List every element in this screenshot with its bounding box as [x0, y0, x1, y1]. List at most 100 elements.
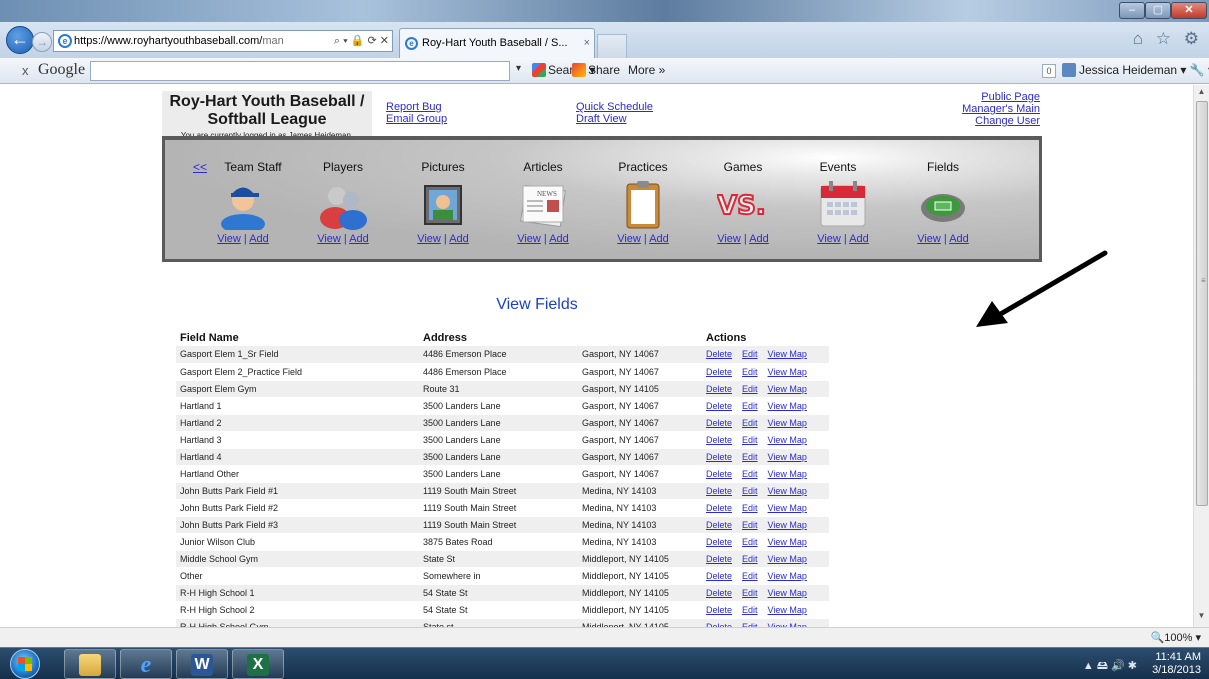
- delete-link[interactable]: Delete: [706, 435, 732, 445]
- maximize-button[interactable]: ▢: [1145, 2, 1171, 19]
- minimize-button[interactable]: –: [1119, 2, 1145, 19]
- scrollbar-thumb[interactable]: ≡: [1196, 101, 1208, 506]
- view-map-link[interactable]: View Map: [768, 418, 807, 428]
- edit-link[interactable]: Edit: [742, 605, 758, 615]
- google-more-button[interactable]: More »: [628, 63, 665, 77]
- quick-schedule-link[interactable]: Quick Schedule: [576, 101, 653, 113]
- system-tray-icons[interactable]: ▲ 🖴 🔊 ✱: [1083, 657, 1137, 676]
- practices-view-link[interactable]: View: [617, 233, 641, 245]
- delete-link[interactable]: Delete: [706, 469, 732, 479]
- edit-link[interactable]: Edit: [742, 367, 758, 377]
- view-map-link[interactable]: View Map: [768, 401, 807, 411]
- view-map-link[interactable]: View Map: [768, 452, 807, 462]
- games-add-link[interactable]: Add: [749, 233, 769, 245]
- pictures-add-link[interactable]: Add: [449, 233, 469, 245]
- view-map-link[interactable]: View Map: [768, 605, 807, 615]
- taskbar-internet-explorer[interactable]: e: [120, 649, 172, 679]
- vertical-scrollbar[interactable]: ▲ ≡ ▼: [1193, 85, 1209, 627]
- delete-link[interactable]: Delete: [706, 367, 732, 377]
- view-map-link[interactable]: View Map: [768, 384, 807, 394]
- view-map-link[interactable]: View Map: [768, 571, 807, 581]
- edit-link[interactable]: Edit: [742, 384, 758, 394]
- close-window-button[interactable]: ✕: [1171, 2, 1207, 19]
- view-map-link[interactable]: View Map: [768, 349, 807, 359]
- scroll-up-icon[interactable]: ▲: [1194, 87, 1209, 99]
- clock[interactable]: 11:41 AM 3/18/2013: [1152, 651, 1201, 677]
- players-view-link[interactable]: View: [317, 233, 341, 245]
- report-bug-link[interactable]: Report Bug: [386, 101, 442, 113]
- articles-view-link[interactable]: View: [517, 233, 541, 245]
- practices-add-link[interactable]: Add: [649, 233, 669, 245]
- edit-link[interactable]: Edit: [742, 435, 758, 445]
- taskbar-excel[interactable]: X: [232, 649, 284, 679]
- delete-link[interactable]: Delete: [706, 605, 732, 615]
- google-search-input[interactable]: [90, 61, 510, 81]
- back-arrow-icon[interactable]: ←: [6, 26, 34, 54]
- games-view-link[interactable]: View: [717, 233, 741, 245]
- view-map-link[interactable]: View Map: [768, 537, 807, 547]
- delete-link[interactable]: Delete: [706, 349, 732, 359]
- tab-roy-hart[interactable]: e Roy-Hart Youth Baseball / S... ×: [399, 28, 595, 58]
- email-group-link[interactable]: Email Group: [386, 113, 447, 125]
- tab-close-icon[interactable]: ×: [584, 29, 590, 57]
- public-page-link[interactable]: Public Page: [981, 91, 1040, 103]
- edit-link[interactable]: Edit: [742, 401, 758, 411]
- edit-link[interactable]: Edit: [742, 537, 758, 547]
- new-tab-button[interactable]: [597, 34, 627, 58]
- draft-view-link[interactable]: Draft View: [576, 113, 627, 125]
- taskbar-explorer[interactable]: [64, 649, 116, 679]
- team-staff-view-link[interactable]: View: [217, 233, 241, 245]
- articles-add-link[interactable]: Add: [549, 233, 569, 245]
- view-map-link[interactable]: View Map: [768, 367, 807, 377]
- address-bar[interactable]: e https://www.royhartyouthbaseball.com/m…: [53, 30, 393, 52]
- delete-link[interactable]: Delete: [706, 588, 732, 598]
- edit-link[interactable]: Edit: [742, 349, 758, 359]
- edit-link[interactable]: Edit: [742, 520, 758, 530]
- delete-link[interactable]: Delete: [706, 571, 732, 581]
- delete-link[interactable]: Delete: [706, 537, 732, 547]
- notification-counter[interactable]: 0: [1042, 64, 1056, 78]
- edit-link[interactable]: Edit: [742, 503, 758, 513]
- events-view-link[interactable]: View: [817, 233, 841, 245]
- address-tools-icons[interactable]: ⌕ ▾ 🔒 ⟳ ✕: [330, 31, 392, 51]
- edit-link[interactable]: Edit: [742, 588, 758, 598]
- delete-link[interactable]: Delete: [706, 486, 732, 496]
- view-map-link[interactable]: View Map: [768, 469, 807, 479]
- edit-link[interactable]: Edit: [742, 469, 758, 479]
- view-map-link[interactable]: View Map: [768, 554, 807, 564]
- view-map-link[interactable]: View Map: [768, 486, 807, 496]
- view-map-link[interactable]: View Map: [768, 435, 807, 445]
- view-map-link[interactable]: View Map: [768, 520, 807, 530]
- change-user-link[interactable]: Change User: [975, 115, 1040, 127]
- delete-link[interactable]: Delete: [706, 384, 732, 394]
- players-add-link[interactable]: Add: [349, 233, 369, 245]
- scroll-down-icon[interactable]: ▼: [1194, 611, 1209, 623]
- delete-link[interactable]: Delete: [706, 401, 732, 411]
- forward-arrow-icon[interactable]: →: [32, 32, 52, 52]
- search-dropdown-icon[interactable]: ▾: [516, 63, 521, 74]
- events-add-link[interactable]: Add: [849, 233, 869, 245]
- zoom-level[interactable]: 🔍100% ▾: [1151, 631, 1201, 644]
- delete-link[interactable]: Delete: [706, 452, 732, 462]
- toolbar-close-icon[interactable]: x: [22, 63, 29, 78]
- edit-link[interactable]: Edit: [742, 418, 758, 428]
- pictures-view-link[interactable]: View: [417, 233, 441, 245]
- fields-add-link[interactable]: Add: [949, 233, 969, 245]
- delete-link[interactable]: Delete: [706, 554, 732, 564]
- fields-view-link[interactable]: View: [917, 233, 941, 245]
- home-favorites-tools-icons[interactable]: ⌂ ☆ ⚙: [1133, 29, 1203, 49]
- start-button[interactable]: [10, 649, 40, 679]
- edit-link[interactable]: Edit: [742, 554, 758, 564]
- edit-link[interactable]: Edit: [742, 486, 758, 496]
- edit-link[interactable]: Edit: [742, 452, 758, 462]
- google-user-menu[interactable]: Jessica Heideman ▾ 🔧 ▾: [1062, 63, 1209, 77]
- delete-link[interactable]: Delete: [706, 520, 732, 530]
- managers-main-link[interactable]: Manager's Main: [962, 103, 1040, 115]
- view-map-link[interactable]: View Map: [768, 503, 807, 513]
- team-staff-add-link[interactable]: Add: [249, 233, 269, 245]
- google-share-button[interactable]: Share: [572, 63, 620, 77]
- taskbar-word[interactable]: W: [176, 649, 228, 679]
- view-map-link[interactable]: View Map: [768, 588, 807, 598]
- delete-link[interactable]: Delete: [706, 418, 732, 428]
- delete-link[interactable]: Delete: [706, 503, 732, 513]
